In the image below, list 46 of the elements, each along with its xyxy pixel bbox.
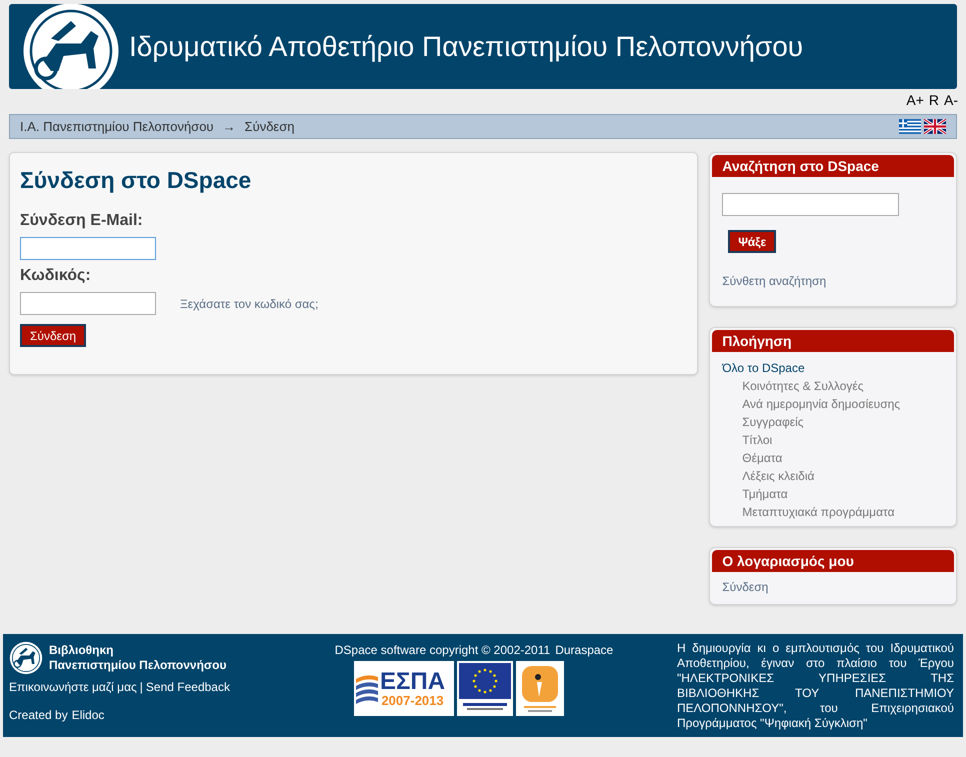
password-field[interactable] xyxy=(20,292,156,315)
nav-link[interactable]: Λέξεις κλειδιά xyxy=(742,467,956,485)
email-field[interactable] xyxy=(20,236,156,260)
field-label: Κωδικός: xyxy=(20,266,92,286)
forgot-password-link[interactable]: Ξεχάσατε τον κωδικό σας; xyxy=(180,294,318,312)
creator-link[interactable]: Elidoc xyxy=(72,706,104,724)
contact-link[interactable]: Επικοινωνήστε μαζί μας xyxy=(9,678,137,696)
nav-link[interactable]: Ανά ημερομηνία δημοσίευσης xyxy=(742,395,956,413)
advanced-search-link[interactable]: Σύνθετη αναζήτηση xyxy=(722,272,956,290)
field-label: Σύνδεση E-Mail: xyxy=(20,210,144,230)
font-size-link[interactable]: A- xyxy=(944,90,958,111)
panel-heading: Αναζήτηση στο DSpace xyxy=(712,155,954,177)
uk-flag-icon[interactable] xyxy=(924,119,946,134)
greek-flag-icon[interactable] xyxy=(899,119,921,134)
search-field[interactable] xyxy=(722,193,900,216)
login-button[interactable]: Σύνδεση xyxy=(20,324,86,347)
breadcrumb-link[interactable]: Σύνδεση xyxy=(244,116,294,136)
font-size-link[interactable]: A+ xyxy=(906,90,924,111)
library-name: Πανεπιστημίου Πελοποννήσου xyxy=(49,658,226,673)
nav-link[interactable]: Μεταπτυχιακά προγράμματα xyxy=(742,503,956,521)
nav-link[interactable]: Συγγραφείς xyxy=(742,413,956,431)
duraspace-link[interactable]: Duraspace xyxy=(555,641,614,659)
nav-link[interactable]: Όλο το DSpace xyxy=(722,359,956,377)
funding-note: Η δημιουργία κι ο εμπλουτισμός του Ιδρυματικού Αποθετηρίου, έγιναν στο πλαίσιο του Έργου "ΗΛΕΚΤΡΟΝΙΚΕΣ ΥΠΗΡΕΣΙΕΣ ΤΗΣ ΒΙΒΛΙΟΘΗΚΗΣ ΤΟΥ ΠΑΝΕΠΙΣΤΗΜΙΟΥ ΠΕΛΟΠΟΝΝΗΣΟΥ", του Επιχειρησιακού Προγράμματος "Ψηφιακή Σύγκλιση" xyxy=(677,641,955,732)
font-size-link[interactable]: R xyxy=(928,90,939,111)
breadcrumb-link[interactable]: Ι.Α. Πανεπιστημίου Πελοπονήσου xyxy=(20,116,214,136)
panel-heading: Ο λογαριασμός μου xyxy=(712,550,954,572)
nav-link[interactable]: Θέματα xyxy=(742,449,956,467)
credit-text: Created by xyxy=(9,707,68,724)
digital-convergence-logo-icon xyxy=(516,661,564,716)
logo-text: 2007-2013 xyxy=(381,694,444,707)
separator-arrow: → xyxy=(222,118,236,136)
page-heading: Σύνδεση στο DSpace xyxy=(20,166,252,195)
nav-link[interactable]: Κοινότητες & Συλλογές xyxy=(742,377,956,395)
separator: | xyxy=(140,679,143,696)
nav-link[interactable]: Τίτλοι xyxy=(742,431,956,449)
library-name: Βιβλιοθηκη xyxy=(49,643,114,658)
logo-text: ΕΣΠΑ xyxy=(380,670,446,694)
eu-flag-icon xyxy=(457,661,513,716)
search-button[interactable]: Ψάξε xyxy=(728,230,776,253)
account-link[interactable]: Σύνδεση xyxy=(722,578,956,596)
copyright-text: DSpace software copyright © 2002-2011 xyxy=(334,642,550,659)
panel-heading: Πλοήγηση xyxy=(712,330,954,352)
feedback-link[interactable]: Send Feedback xyxy=(146,678,230,696)
site-title: Ιδρυματικό Αποθετήριο Πανεπιστημίου Πελοποννήσου xyxy=(129,30,804,64)
nav-link[interactable]: Τμήματα xyxy=(742,485,956,503)
